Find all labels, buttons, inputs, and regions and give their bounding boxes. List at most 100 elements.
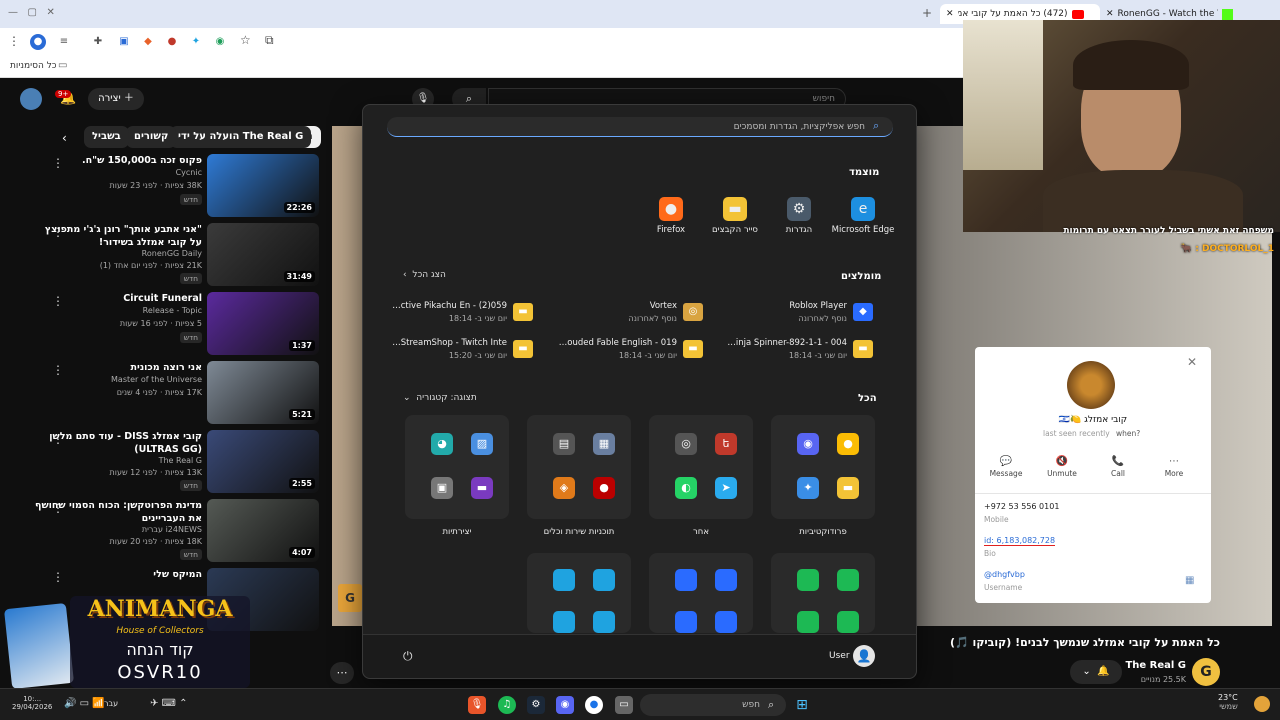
call-button[interactable]: 📞 Call	[1092, 455, 1144, 485]
chip-related[interactable]: קשורים	[126, 126, 177, 148]
phone-number[interactable]: +972 53 556 0101	[984, 502, 1059, 511]
cast-icon[interactable]: ⧉	[265, 33, 274, 48]
steam-icon[interactable]: ⚙	[527, 696, 545, 714]
task-view-icon[interactable]: ▭	[615, 696, 633, 714]
all-bookmarks-label[interactable]: כל הסימניות	[10, 61, 57, 71]
app-icon[interactable]: 🎙	[468, 696, 486, 714]
video-title[interactable]: "אני אתבע אותך" רונן ג'ג'י מתפוצץ על קוב…	[32, 223, 202, 249]
extension-icon[interactable]: ≡	[56, 34, 72, 50]
extension-icon[interactable]: ▣	[116, 34, 132, 50]
video-title[interactable]: אני רוצה מכונית	[32, 361, 202, 374]
recommended-item[interactable]: ◎ Vortex נוסף לאחרונה	[553, 299, 703, 327]
spotify-icon[interactable]: ♫	[498, 696, 516, 714]
taskbar-search[interactable]: חפש	[640, 694, 786, 716]
create-label: יצירה	[98, 93, 121, 104]
user-name[interactable]: User	[829, 651, 850, 661]
app-icon: ▤	[553, 433, 575, 455]
windows-start-icon[interactable]: ⊞	[793, 696, 811, 714]
show-all-button[interactable]: ‹ הצג הכל	[403, 270, 446, 280]
discord-icon[interactable]: ◉	[556, 696, 574, 714]
more-button[interactable]: ⋯ More	[1148, 455, 1200, 485]
create-button[interactable]: ＋ יצירה	[88, 88, 144, 110]
clock[interactable]: 10:... 29/04/2026	[12, 695, 52, 711]
category-folder[interactable]	[771, 553, 875, 633]
recommended-item[interactable]: ◆ Roblox Player נוסף לאחרונה	[723, 299, 873, 327]
video-title[interactable]: Circuit Funeral	[32, 292, 202, 305]
user-avatar[interactable]: 👤	[853, 645, 875, 667]
pinned-app[interactable]: ● Firefox	[636, 197, 706, 235]
extension-icon[interactable]: ◉	[212, 34, 228, 50]
username[interactable]: @dhgfvbp	[984, 570, 1025, 579]
category-folder[interactable]: ե ◎ ➤ ◐	[649, 415, 753, 519]
close-icon[interactable]: ✕	[1187, 355, 1197, 369]
weather-widget[interactable]: 23°C שמשי	[1218, 693, 1238, 711]
video-thumbnail[interactable]: 22:26	[207, 154, 319, 217]
recommended-item[interactable]: ▬ TCGStreamShop - Twitch Inte... יום שני ב…	[383, 336, 533, 364]
qr-code-icon[interactable]: ▦	[1185, 575, 1194, 586]
channel-name[interactable]: Cycnic	[32, 168, 202, 177]
category-folder[interactable]	[527, 553, 631, 633]
recommended-item[interactable]: ▬ 019 - Shrouded Fable English-... יום שני…	[553, 336, 703, 364]
close-icon[interactable]: ✕	[946, 9, 954, 19]
pinned-app[interactable]: ▬ סייר הקבצים	[700, 197, 770, 235]
list-item[interactable]: 1:37 ⋮ Circuit Funeral Release - Topic 5 צפי…	[0, 292, 330, 358]
channel-name[interactable]: Release - Topic	[32, 306, 202, 315]
app-icon	[675, 569, 697, 591]
category-folder[interactable]	[649, 553, 753, 633]
unmute-button[interactable]: 🔇 Unmute	[1036, 455, 1088, 485]
bookmark-star-icon[interactable]: ☆	[240, 33, 251, 47]
start-search-input[interactable]: חפש אפליקציות, הגדרות ומסמכים	[387, 117, 893, 137]
channel-name[interactable]: Master of the Universe	[32, 375, 202, 384]
more-options-icon[interactable]: ⋯	[330, 662, 354, 684]
recommended-item[interactable]: ▬ 059(2) - Detective Pikachu En... יום שני…	[383, 299, 533, 327]
extension-icon[interactable]: ✦	[188, 34, 204, 50]
channel-name[interactable]: The Real G	[32, 456, 202, 465]
user-id[interactable]: id: 6,183,082,728	[984, 536, 1056, 546]
language-indicator[interactable]: עבר	[104, 699, 118, 708]
chip-for-you[interactable]: בשביל	[84, 126, 129, 148]
video-title[interactable]: קובי אמזלג DISS - עוד סתם מלשן (ULTRAS G…	[32, 430, 202, 456]
chevron-left-icon[interactable]: ‹	[62, 131, 67, 145]
when-link[interactable]: when?	[1116, 429, 1140, 438]
video-title[interactable]: פקוס זכה ב150,000 ש"ח.	[32, 154, 202, 167]
tray-overflow-icons[interactable]: ✈ ⌨ ⌃	[150, 698, 188, 709]
profile-photo[interactable]	[1067, 361, 1115, 409]
power-icon[interactable]: ⏻	[403, 649, 413, 664]
system-tray-icons[interactable]: 🔊 ▭ 📶	[64, 698, 105, 709]
menu-icon[interactable]: ⋮	[8, 34, 20, 48]
channel-name[interactable]: i24NEWS עברית	[32, 525, 202, 534]
list-item[interactable]: 31:49 ⋮ "אני אתבע אותך" רונן ג'ג'י מתפוצץ …	[0, 223, 330, 289]
list-item[interactable]: 2:55 ⋮ קובי אמזלג DISS - עוד סתם מלשן (ULT…	[0, 430, 330, 496]
extension-icon[interactable]: ●	[164, 34, 180, 50]
extensions-puzzle-icon[interactable]: ✚	[90, 34, 106, 50]
window-controls[interactable]: — ▢ ✕	[8, 7, 55, 18]
list-item[interactable]: 5:21 ⋮ אני רוצה מכונית Master of the Univer…	[0, 361, 330, 427]
category-folder[interactable]: ● ◉ ▬ ✦	[771, 415, 875, 519]
channel-name[interactable]: RonenGG Daily	[32, 249, 202, 258]
video-title[interactable]: המיקס שלי	[32, 568, 202, 581]
pinned-app[interactable]: e Microsoft Edge	[828, 197, 898, 235]
video-thumbnail[interactable]: 5:21	[207, 361, 319, 424]
extension-icon[interactable]: ●	[30, 34, 46, 50]
list-item[interactable]: 22:26 ⋮ פקוס זכה ב150,000 ש"ח. Cycnic 38K צפ…	[0, 154, 330, 220]
chip-uploaded-by[interactable]: הועלה על ידי The Real G	[170, 126, 312, 148]
subscribed-button[interactable]: ⌄ 🔔	[1070, 660, 1122, 684]
category-folder[interactable]: ▦ ▤ ● ◈	[527, 415, 631, 519]
video-title[interactable]: מדינת הפרוטקשן: הכוח הסמוי שחושף את העבר…	[32, 499, 202, 525]
video-thumbnail[interactable]: 4:07	[207, 499, 319, 562]
video-thumbnail[interactable]: 31:49	[207, 223, 319, 286]
video-thumbnail[interactable]: 2:55	[207, 430, 319, 493]
extension-icon[interactable]: ◆	[140, 34, 156, 50]
close-icon[interactable]: ✕	[1106, 9, 1114, 19]
avatar[interactable]	[20, 88, 42, 110]
list-item[interactable]: 4:07 ⋮ מדינת הפרוטקשן: הכוח הסמוי שחושף את…	[0, 499, 330, 565]
recommended-item[interactable]: ▬ 004 - Ninja Spinner-892-1-1-... יום שני …	[723, 336, 873, 364]
video-thumbnail[interactable]: 1:37	[207, 292, 319, 355]
view-dropdown[interactable]: ⌄ תצוגה: קטגוריה	[403, 393, 477, 403]
new-tab-button[interactable]: +	[922, 6, 932, 20]
chrome-icon[interactable]: ●	[585, 696, 603, 714]
channel-avatar[interactable]: G	[1192, 658, 1220, 686]
category-folder[interactable]: ▨ ◕ ▬ ▣	[405, 415, 509, 519]
pinned-app[interactable]: ⚙ הגדרות	[764, 197, 834, 235]
message-button[interactable]: 💬 Message	[980, 455, 1032, 485]
